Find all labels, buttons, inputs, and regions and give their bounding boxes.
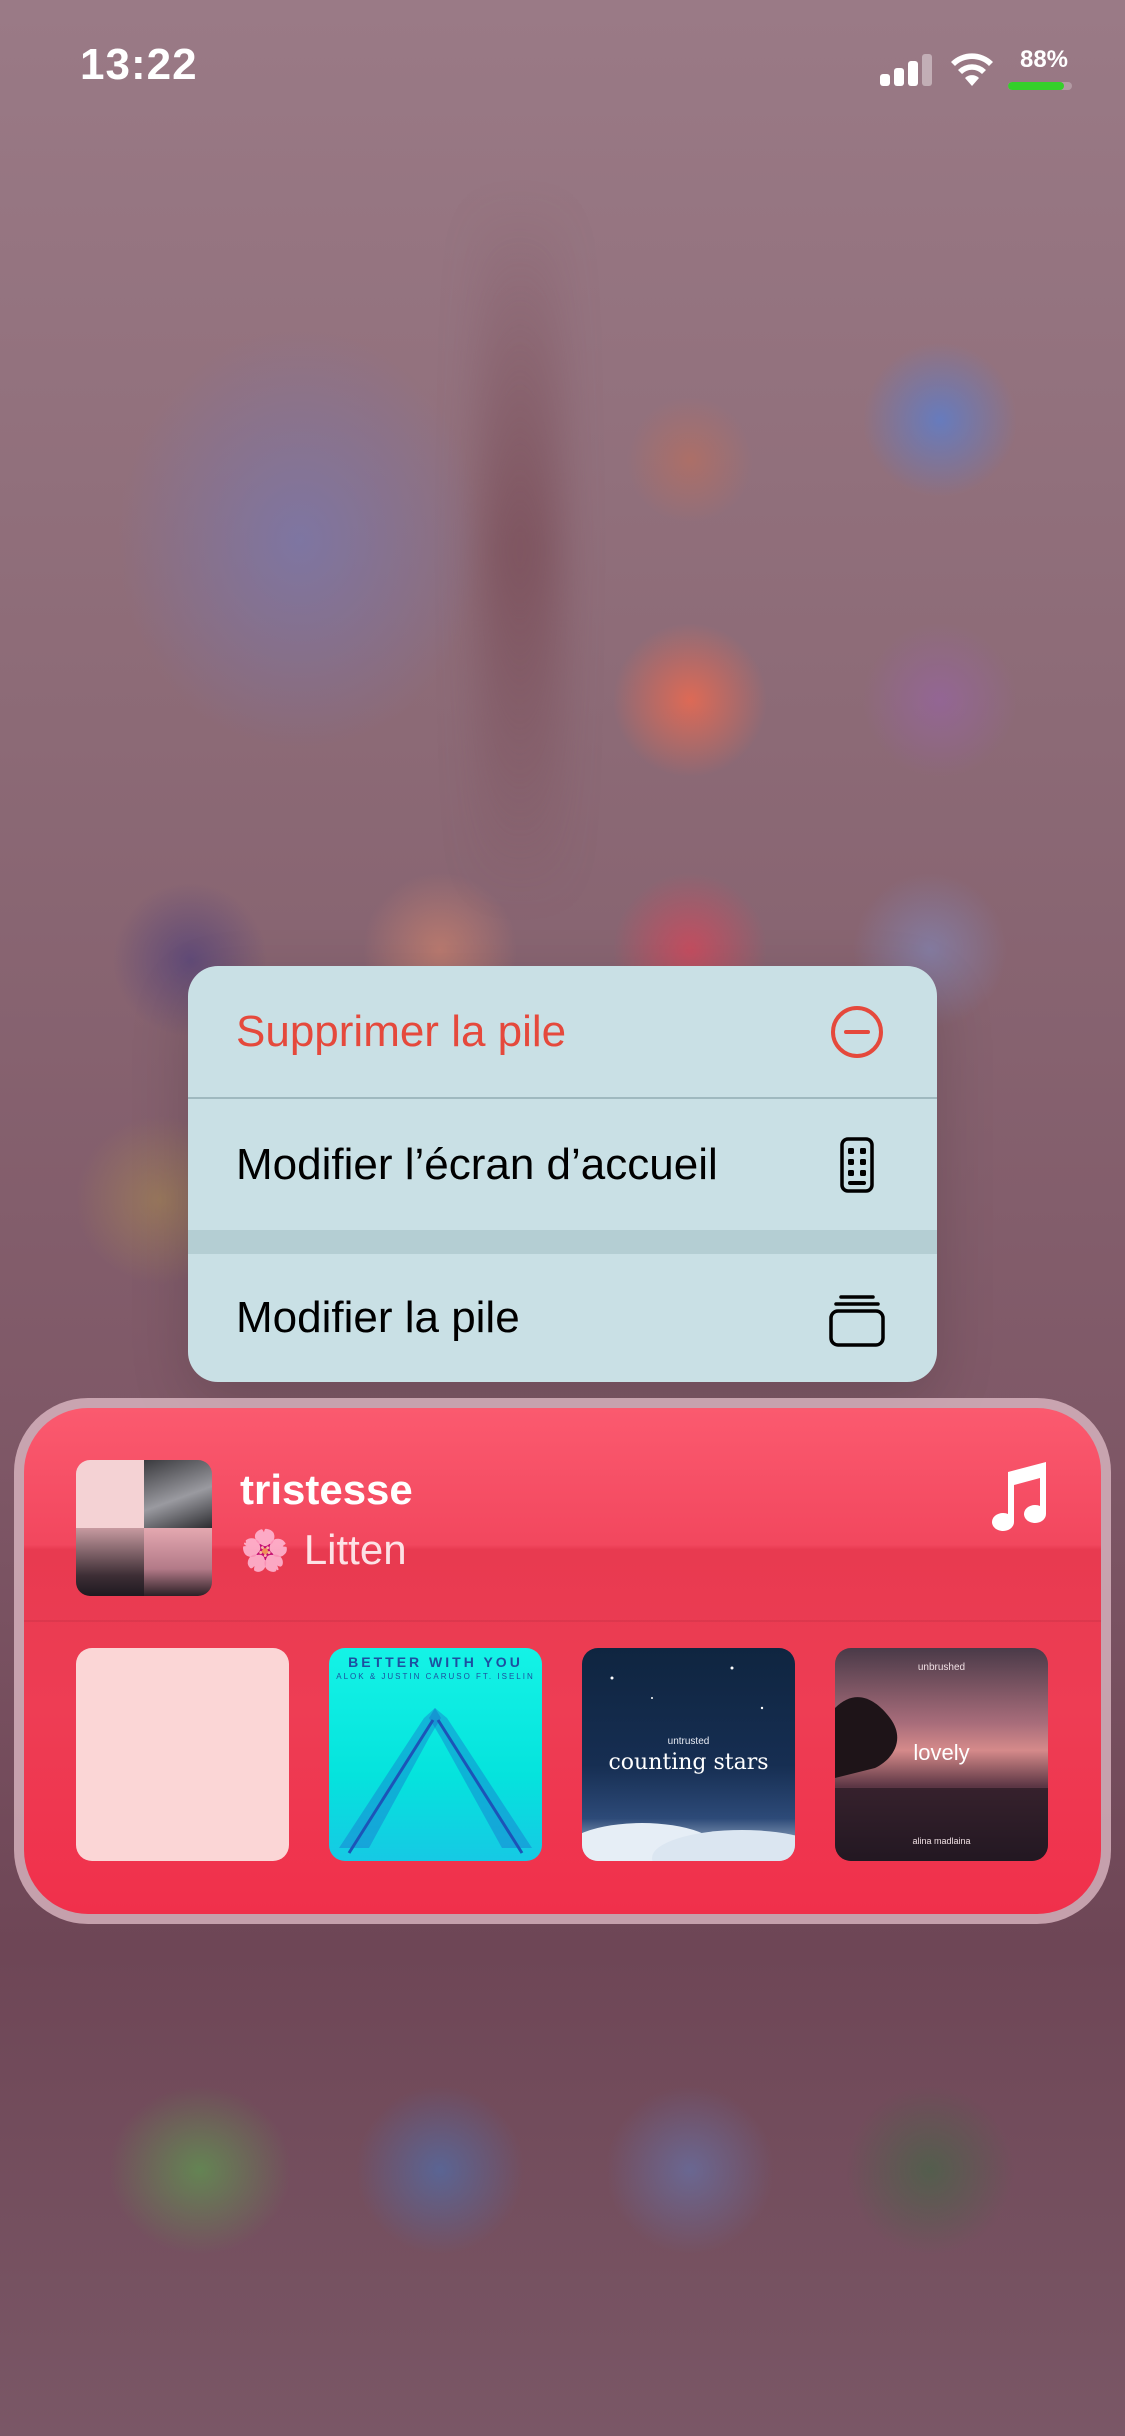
artwork-tile bbox=[76, 1460, 144, 1528]
album-title: lovely bbox=[913, 1740, 970, 1765]
wifi-icon bbox=[951, 53, 993, 86]
widget-section-divider bbox=[24, 1620, 1101, 1622]
album-artist: unbrushed bbox=[917, 1662, 966, 1673]
album-tile[interactable]: untrusted counting stars bbox=[582, 1648, 795, 1861]
phone-apps-icon bbox=[840, 1137, 874, 1193]
album-artist: alina madlaina bbox=[912, 1836, 971, 1846]
playlist-curator[interactable]: 🌸 Litten bbox=[240, 1526, 407, 1574]
signal-icon bbox=[880, 54, 934, 86]
menu-section-separator bbox=[188, 1230, 937, 1254]
stack-context-menu: Supprimer la pile Modifier l’écran d’acc… bbox=[188, 966, 937, 1382]
status-bar: 13:22 88% bbox=[0, 0, 1125, 140]
menu-item-label: Modifier l’écran d’accueil bbox=[236, 1140, 718, 1189]
wallpaper-detail bbox=[480, 200, 560, 900]
curator-emoji: 🌸 bbox=[240, 1528, 290, 1573]
artwork-tile bbox=[144, 1460, 212, 1528]
artwork-tile bbox=[144, 1528, 212, 1596]
playlist-artwork[interactable] bbox=[76, 1460, 212, 1596]
album-tile[interactable] bbox=[76, 1648, 289, 1861]
battery-icon: 88% bbox=[1004, 46, 1084, 96]
battery-level-bar bbox=[1008, 82, 1072, 90]
menu-item-edit-home-screen[interactable]: Modifier l’écran d’accueil bbox=[188, 1099, 937, 1230]
menu-item-edit-stack[interactable]: Modifier la pile bbox=[188, 1254, 937, 1382]
album-artist: untrusted bbox=[667, 1736, 710, 1747]
battery-percent: 88% bbox=[1019, 46, 1069, 73]
menu-item-label: Supprimer la pile bbox=[236, 1007, 567, 1056]
album-title: counting stars bbox=[608, 1750, 769, 1775]
album-artist: ALOK & JUSTIN CARUSO FT. ISELIN bbox=[336, 1672, 535, 1681]
curator-name: Litten bbox=[303, 1526, 407, 1573]
album-tile[interactable]: unbrushed lovely alina madlaina bbox=[835, 1648, 1048, 1861]
artwork-tile bbox=[76, 1528, 144, 1596]
album-title: BETTER WITH YOU bbox=[348, 1654, 523, 1670]
music-note-icon bbox=[992, 1462, 1046, 1532]
menu-item-label: Modifier la pile bbox=[236, 1293, 520, 1342]
playlist-title[interactable]: tristesse bbox=[240, 1466, 413, 1514]
album-tile[interactable]: BETTER WITH YOU ALOK & JUSTIN CARUSO FT.… bbox=[329, 1648, 542, 1861]
stack-icon bbox=[829, 1295, 885, 1347]
status-time: 13:22 bbox=[80, 40, 198, 89]
battery-level-fill bbox=[1008, 82, 1065, 90]
minus-circle-icon bbox=[831, 1006, 883, 1058]
music-widget[interactable]: tristesse 🌸 Litten BETTER WITH YOU ALOK … bbox=[24, 1408, 1101, 1914]
menu-item-remove-stack[interactable]: Supprimer la pile bbox=[188, 966, 937, 1097]
